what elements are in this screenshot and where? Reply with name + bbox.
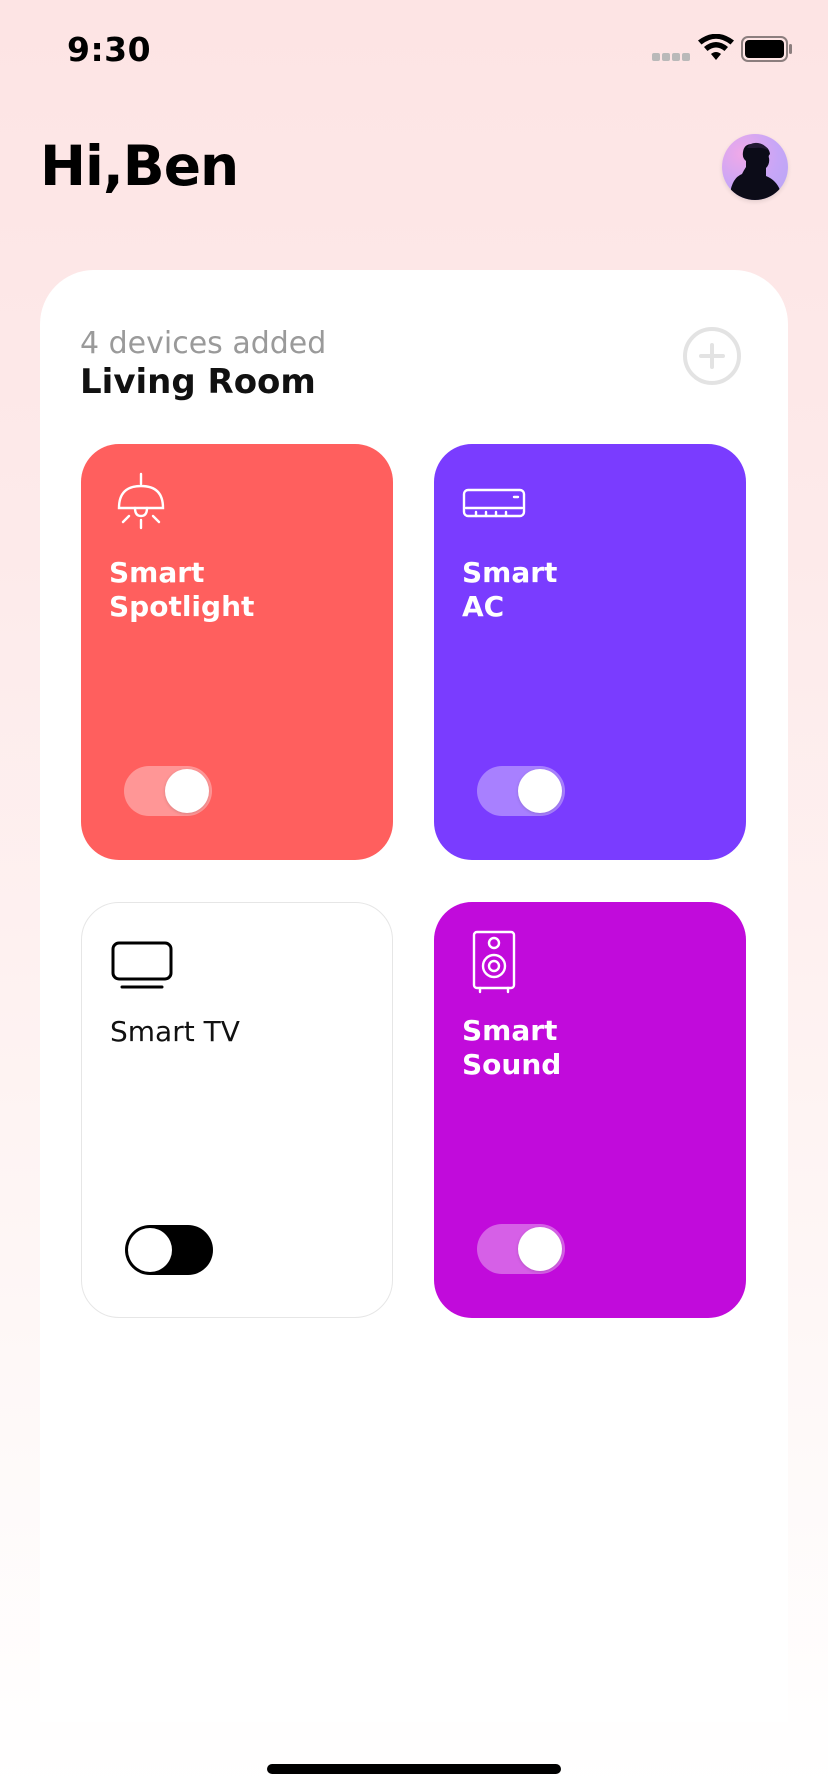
greeting-title: Hi,Ben (40, 134, 239, 198)
battery-icon (741, 36, 792, 62)
room-card: 4 devices added Living Room Smart Spotli… (40, 270, 788, 1722)
devices-count: 4 devices added (80, 326, 327, 361)
status-bar: 9:30 (0, 0, 828, 100)
device-label: Smart AC (462, 556, 558, 623)
device-tile-ac[interactable]: Smart AC (434, 444, 746, 860)
device-toggle[interactable] (125, 1225, 213, 1275)
status-time: 9:30 (67, 30, 152, 69)
cellular-signal-icon (652, 53, 692, 63)
toggle-knob (518, 1227, 562, 1271)
device-label: Smart Sound (462, 1014, 562, 1081)
room-name: Living Room (80, 362, 316, 402)
speaker-icon (472, 930, 516, 994)
device-label: Smart TV (110, 1015, 240, 1048)
person-silhouette-icon (730, 142, 780, 200)
user-avatar[interactable] (722, 134, 788, 200)
home-indicator[interactable] (267, 1764, 561, 1774)
ceiling-lamp-icon (117, 472, 165, 530)
device-tile-tv[interactable]: Smart TV (81, 902, 393, 1318)
toggle-knob (128, 1228, 172, 1272)
toggle-knob (165, 769, 209, 813)
air-conditioner-icon (462, 488, 526, 518)
device-toggle[interactable] (124, 766, 212, 816)
device-toggle[interactable] (477, 766, 565, 816)
add-device-button[interactable] (683, 327, 741, 385)
device-tile-sound[interactable]: Smart Sound (434, 902, 746, 1318)
device-label: Smart Spotlight (109, 556, 255, 623)
wifi-icon (698, 34, 734, 60)
tv-icon (111, 941, 173, 989)
device-tile-spotlight[interactable]: Smart Spotlight (81, 444, 393, 860)
toggle-knob (518, 769, 562, 813)
device-toggle[interactable] (477, 1224, 565, 1274)
